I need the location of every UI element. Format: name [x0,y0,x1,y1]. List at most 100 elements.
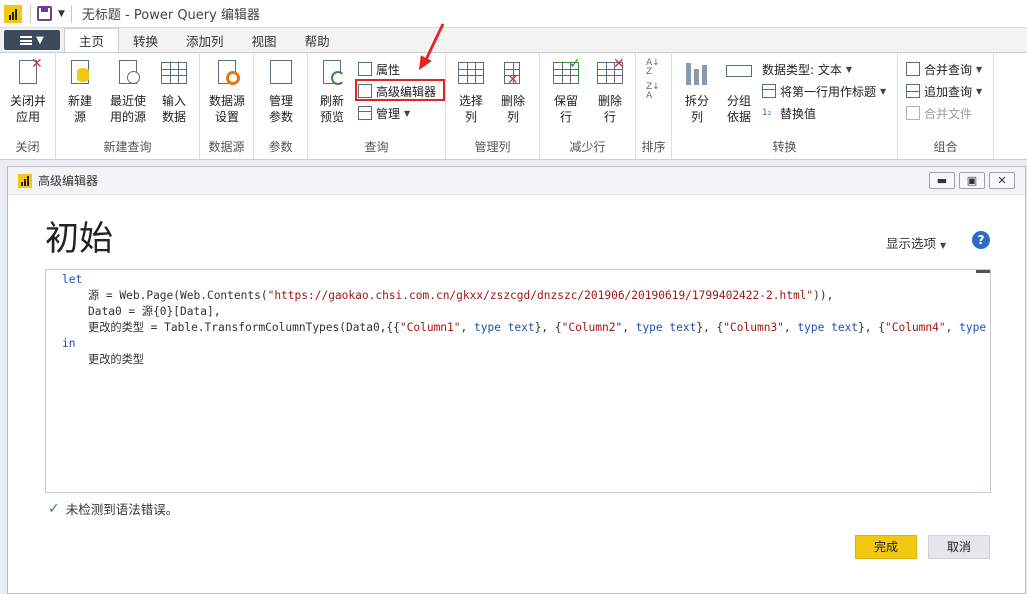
properties-button[interactable]: 属性 [358,59,400,79]
append-queries-label: 追加查询 [924,84,973,99]
tab-add-column[interactable]: 添加列 [172,28,238,52]
data-source-settings-button[interactable]: 数据源 设置 [205,59,249,125]
dialog-title-bar: 高级编辑器 ▬ ▣ ✕ [8,167,1025,195]
close-button[interactable]: ✕ [989,172,1015,189]
new-source-icon [65,59,95,89]
ribbon-tabs: ▼ 主页 转换 添加列 视图 帮助 [0,28,1027,52]
group-label-new-query: 新建查询 [103,140,152,154]
code-string: "Column4" [885,321,946,334]
code-line-source: 源 = Web.Page(Web.Contents("https://gaoka… [88,288,833,304]
minimize-button[interactable]: ▬ [929,172,955,189]
group-label-combine: 组合 [933,140,958,154]
split-column-label: 拆分 列 [684,94,709,124]
keep-rows-icon: ✓ [551,57,581,89]
code-line-in: in [62,337,76,350]
code-editor[interactable]: let 源 = Web.Page(Web.Contents("https://g… [45,269,991,493]
red-arrow-annotation [418,23,445,71]
properties-icon [358,62,372,76]
combine-files-button[interactable]: 合并文件 [906,103,972,123]
chevron-down-icon: ▼ [404,108,411,118]
close-apply-label: 关闭并 应用 [9,94,46,124]
group-label-reduce-rows: 减少行 [569,140,606,154]
sort-ascending-button[interactable]: A↓ Z [646,59,660,79]
keep-rows-button[interactable]: ✓ 保留 行 [546,57,586,125]
properties-label: 属性 [376,62,401,77]
append-queries-button[interactable]: 追加查询 ▼ [906,81,982,101]
remove-columns-button[interactable]: ✕ 删除 列 [494,59,532,125]
maximize-button[interactable]: ▣ [959,172,985,189]
choose-columns-label: 选择 列 [458,94,483,124]
chevron-down-icon: ▼ [940,241,947,250]
tab-help[interactable]: 帮助 [291,28,344,52]
cancel-button[interactable]: 取消 [928,535,990,559]
file-menu-button[interactable]: ▼ [4,30,60,50]
chevron-down-icon: ▼ [976,64,983,74]
code-keyword: text [824,321,859,334]
enter-data-button[interactable]: 输入 数据 [156,59,192,125]
recent-sources-icon [113,59,143,89]
use-first-row-header-button[interactable]: 将第一行用作标题 ▼ [762,81,886,101]
code-token: , [622,321,636,334]
group-label-transform: 转换 [772,140,797,154]
recent-sources-button[interactable]: 最近使 用的源 [104,59,152,125]
combine-files-label: 合并文件 [924,106,973,121]
code-token: )), [813,289,834,302]
power-bi-icon [4,4,22,23]
close-icon: ✕ [997,174,1007,187]
code-line-data0: Data0 = 源{0}[Data], [88,305,221,318]
code-token: 更改的类型 = Table.TransformColumnTypes(Data0… [88,321,400,334]
qat-separator [30,4,31,23]
tab-home[interactable]: 主页 [64,28,120,52]
tab-transform[interactable]: 转换 [119,28,172,52]
group-sort: A↓ Z Z↓ A 排序 [636,53,672,159]
group-manage-columns: 选择 列 ✕ 删除 列 管理列 [446,53,540,159]
data-type-label: 数据类型: 文本 [762,62,842,77]
group-label-query: 查询 [364,140,389,154]
enter-data-label: 输入 数据 [161,94,186,124]
header-row-icon [762,84,776,98]
done-button[interactable]: 完成 [855,535,917,559]
split-column-button[interactable]: 拆分 列 [678,59,716,125]
maximize-icon: ▣ [966,174,978,187]
tab-view[interactable]: 视图 [238,28,291,52]
code-keyword: text [662,321,697,334]
replace-values-button[interactable]: 1₂ 替换值 [762,103,816,123]
manage-parameters-button[interactable]: 管理 参数 [259,59,303,125]
recent-sources-label: 最近使 用的源 [109,94,146,124]
code-keyword: type [635,321,663,334]
group-by-button[interactable]: 分组 依据 [720,59,758,125]
window-title: 无标题 - Power Query 编辑器 [81,8,260,23]
advanced-editor-dialog: 高级编辑器 ▬ ▣ ✕ 初始 显示选项 ▼ ? let 源 = Web.Page… [7,166,1026,594]
close-apply-button[interactable]: ✕ 关闭并 应用 [6,57,50,125]
remove-rows-button[interactable]: ✕ 删除 行 [590,57,630,125]
code-token: }, { [534,321,562,334]
remove-columns-label: 删除 列 [500,94,525,124]
qat-dropdown-icon[interactable]: ▼ [58,9,65,19]
group-by-icon [724,59,754,89]
choose-columns-button[interactable]: 选择 列 [452,59,490,125]
save-icon[interactable] [37,6,52,21]
group-parameters: 管理 参数 参数 [254,53,308,159]
data-type-dropdown[interactable]: 数据类型: 文本 ▼ [762,59,852,79]
choose-columns-icon [456,59,486,89]
manage-table-icon [358,106,372,120]
new-source-button[interactable]: 新建 源 [62,59,98,125]
sort-descending-button[interactable]: Z↓ A [646,83,660,103]
remove-columns-icon: ✕ [498,59,528,89]
display-options-label: 显示选项 [886,236,937,251]
manage-query-button[interactable]: 管理 ▼ [358,103,410,123]
replace-values-label: 替换值 [780,106,817,121]
syntax-status: ✓ 未检测到语法错误。 [48,499,178,518]
group-new-query: 新建 源 最近使 用的源 输入 数据 新建查询 [56,53,200,159]
refresh-preview-button[interactable]: 刷新 预览 [312,59,352,125]
code-token: , [783,321,798,334]
merge-icon [906,62,920,76]
highlight-box [355,79,445,101]
display-options-dropdown[interactable]: 显示选项 ▼ [886,233,946,252]
merge-queries-button[interactable]: 合并查询 ▼ [906,59,982,79]
help-icon[interactable]: ? [972,231,990,249]
close-apply-icon: ✕ [13,57,43,89]
sort-ascending-icon: A↓ Z [646,58,660,77]
group-transform: 拆分 列 分组 依据 数据类型: 文本 ▼ 将第一行用作标题 ▼ 1₂ 替换值 … [672,53,898,159]
scrollbar-thumb[interactable] [976,270,990,273]
